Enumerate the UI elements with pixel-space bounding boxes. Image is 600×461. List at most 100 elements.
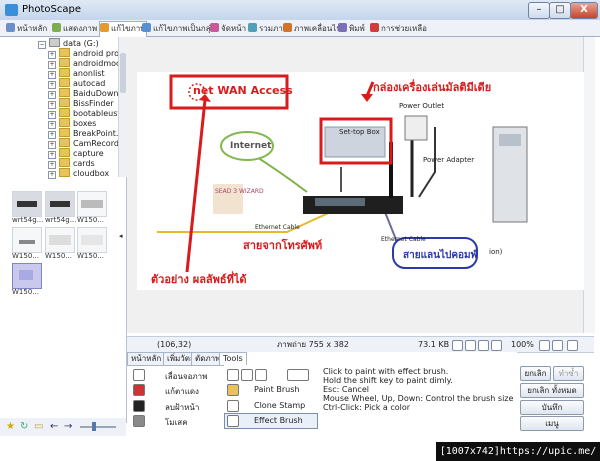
tab-page[interactable]: จัดหน้า — [210, 22, 246, 35]
help-line: Hold the shift key to paint dimly. — [323, 376, 453, 385]
thumbnail[interactable] — [77, 227, 107, 253]
tree-scrollbar[interactable] — [118, 37, 127, 177]
thumbnail[interactable] — [45, 191, 75, 217]
effect-brush-label[interactable]: Effect Brush — [254, 416, 303, 425]
zoom-out-icon[interactable] — [491, 340, 502, 351]
rotate-icon[interactable] — [567, 340, 578, 351]
tree-item[interactable]: + autocad — [48, 78, 105, 89]
folder-open-icon[interactable]: ▭ — [34, 421, 43, 432]
tab-home[interactable]: หน้าหลัก — [6, 22, 47, 35]
tab-print[interactable]: พิมพ์ — [338, 22, 365, 35]
pencil-icon[interactable] — [271, 369, 281, 379]
thumbnail-label: W150... — [77, 216, 104, 224]
tree-item[interactable]: + capture — [48, 148, 104, 159]
folder-icon — [59, 118, 70, 127]
folder-icon — [59, 168, 70, 177]
tab-batch-editor[interactable]: แก้ไขภาพเป็นกลุ่ม — [142, 22, 216, 35]
mosaic-icon[interactable] — [133, 415, 145, 427]
star-icon[interactable]: ★ — [6, 421, 15, 432]
pc-drive-bay — [499, 134, 521, 146]
save-button[interactable]: บันทึก — [520, 400, 584, 415]
tree-item[interactable]: + bootableust — [48, 108, 118, 119]
ethernet-cable-label: Ethernet Cable — [255, 224, 300, 231]
tool-label[interactable]: แก้ตาแดง — [165, 385, 199, 398]
example-label: ตัวอย่าง ผลลัพธ์ที่ได้ — [151, 273, 247, 286]
tools-tab-home[interactable]: หน้าหลัก — [127, 352, 166, 366]
paint-brush-label[interactable]: Paint Brush — [254, 385, 299, 394]
thumbnail-grid: wrt54g... wrt54g... W150... W150... W150… — [0, 185, 118, 395]
forward-arrow-icon[interactable]: → — [64, 421, 72, 432]
collapse-icon[interactable]: − — [38, 41, 46, 49]
zoom-slider[interactable] — [80, 426, 116, 428]
diagram-image — [81, 200, 103, 208]
tree-item[interactable]: + cards — [48, 158, 95, 169]
folder-icon — [59, 48, 70, 57]
thumbnail[interactable] — [12, 227, 42, 253]
tree-item[interactable]: +android proc — [48, 48, 118, 59]
back-arrow-icon[interactable]: ← — [50, 421, 58, 432]
thumbnail[interactable] — [45, 227, 75, 253]
clone-stamp-icon[interactable] — [227, 400, 239, 412]
folder-icon — [59, 88, 70, 97]
tree-item[interactable]: + boxes — [48, 118, 96, 129]
thumbnail[interactable] — [77, 191, 107, 217]
close-button[interactable]: X — [570, 2, 598, 19]
redo-button[interactable]: ทำซ้ำ — [553, 366, 584, 381]
tab-editor[interactable]: แก้ไขภาพ — [99, 21, 147, 37]
hand-icon[interactable] — [133, 369, 145, 381]
tools-tab-tools[interactable]: Tools — [219, 352, 247, 365]
zoom-minus-icon[interactable] — [552, 340, 563, 351]
canvas-scrollbar[interactable] — [583, 37, 595, 333]
undo-button[interactable]: ยกเลิก — [520, 366, 551, 381]
ethernet-cable-label: Ethernet Cable — [381, 236, 426, 243]
paint-brush-icon[interactable] — [227, 384, 239, 396]
mole-icon[interactable] — [133, 400, 145, 412]
thumbnail[interactable] — [12, 191, 42, 217]
tree-item[interactable]: + BreakPoint.I — [48, 128, 118, 139]
tool-label[interactable]: ลบฝ้าหน้า — [165, 401, 199, 414]
tool-label[interactable]: โมเสค — [165, 416, 188, 429]
brush-large-icon[interactable] — [255, 369, 267, 381]
fit-icon[interactable] — [452, 340, 463, 351]
tree-item[interactable]: + androidmod — [48, 58, 118, 69]
tree-root[interactable]: − data (G:) — [38, 38, 99, 49]
tree-item[interactable]: + BaiduDownl — [48, 88, 118, 99]
minimize-button[interactable]: – — [528, 2, 550, 19]
zoom-plus-icon[interactable] — [539, 340, 550, 351]
refresh-icon[interactable]: ↻ — [20, 421, 28, 432]
undo-all-button[interactable]: ยกเลิก ทั้งหมด — [520, 383, 584, 398]
effect-brush-icon[interactable] — [227, 415, 239, 427]
thumbnail-selected[interactable] — [12, 263, 42, 289]
expand-icon[interactable]: + — [48, 171, 56, 179]
edited-image[interactable]: net WAN Access กล่องเครื่องเล่นมัลติมีเด… — [137, 72, 584, 290]
brush-small-icon[interactable] — [227, 369, 239, 381]
zoom-in-icon[interactable] — [478, 340, 489, 351]
tab-viewer[interactable]: แสดงภาพ — [52, 22, 97, 35]
splitter-arrow-icon[interactable]: ◂ — [119, 232, 124, 240]
red-eye-icon[interactable] — [133, 384, 145, 396]
zoom-fit-icon[interactable] — [465, 340, 476, 351]
folder-icon — [59, 128, 70, 137]
zoom-level: 100% — [511, 340, 534, 349]
tab-help[interactable]: การช่วยเหลือ — [370, 22, 427, 35]
thumbnail-label: wrt54g... — [12, 216, 44, 224]
tree-item[interactable]: +CamRecorde — [48, 138, 118, 149]
action-buttons: ยกเลิก ทำซ้ำ ยกเลิก ทั้งหมด บันทึก เมนู — [520, 366, 584, 436]
tree-item[interactable]: + anonlist — [48, 68, 105, 79]
tool-label[interactable]: เลื่อนจอภาพ — [165, 370, 207, 383]
image-footer-watermark: [1007x742]https://upic.me/ — [436, 442, 600, 461]
maximize-button[interactable]: □ — [549, 2, 571, 19]
zoom-slider-handle[interactable] — [92, 422, 96, 431]
app-icon — [5, 4, 18, 16]
tree-item[interactable]: + BissFinder — [48, 98, 114, 109]
menu-button[interactable]: เมนู — [520, 416, 584, 431]
power-adapter-label: Power Adapter — [423, 156, 475, 164]
brush-medium-icon[interactable] — [241, 369, 253, 381]
scroll-thumb[interactable] — [120, 53, 126, 93]
clone-stamp-label[interactable]: Clone Stamp — [254, 401, 305, 410]
tree-item[interactable]: + cloudbox — [48, 168, 109, 179]
thumbnail-label: W150... — [77, 252, 104, 260]
folder-icon — [59, 148, 70, 157]
tab-animated-gif[interactable]: ภาพเคลื่อนไหว — [283, 22, 346, 35]
brush-size-dropdown[interactable] — [287, 369, 309, 381]
